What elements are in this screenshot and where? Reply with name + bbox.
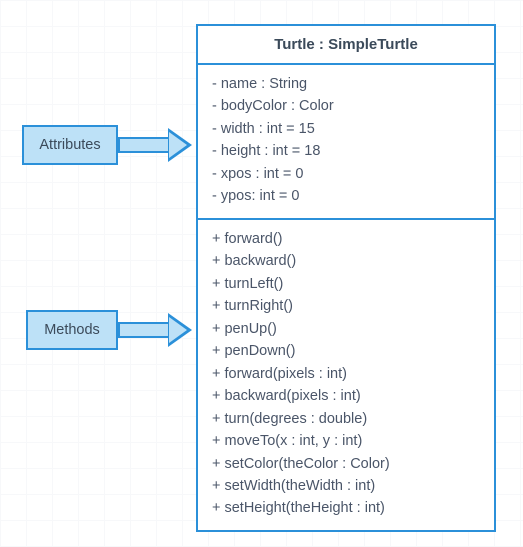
uml-method-row: + forward() [212, 228, 480, 250]
uml-attribute-row: - ypos: int = 0 [212, 185, 480, 207]
attributes-label-box: Attributes [22, 125, 118, 165]
uml-method-row: + setColor(theColor : Color) [212, 453, 480, 475]
methods-label-box: Methods [26, 310, 118, 350]
methods-label-text: Methods [44, 322, 100, 338]
uml-attribute-row: - bodyColor : Color [212, 95, 480, 117]
uml-method-row: + turnRight() [212, 295, 480, 317]
uml-method-row: + turn(degrees : double) [212, 408, 480, 430]
uml-method-row: + forward(pixels : int) [212, 363, 480, 385]
attributes-arrow-icon [118, 128, 192, 162]
uml-class-header: Turtle : SimpleTurtle [198, 26, 494, 65]
uml-method-row: + moveTo(x : int, y : int) [212, 430, 480, 452]
uml-method-row: + turnLeft() [212, 273, 480, 295]
uml-attributes-section: - name : String- bodyColor : Color- widt… [198, 65, 494, 218]
uml-method-row: + backward(pixels : int) [212, 385, 480, 407]
attributes-label-text: Attributes [39, 137, 100, 153]
uml-methods-section: + forward()+ backward()+ turnLeft()+ tur… [198, 218, 494, 530]
uml-attribute-row: - height : int = 18 [212, 140, 480, 162]
uml-attribute-row: - name : String [212, 73, 480, 95]
uml-attribute-row: - xpos : int = 0 [212, 163, 480, 185]
uml-method-row: + penUp() [212, 318, 480, 340]
uml-method-row: + penDown() [212, 340, 480, 362]
uml-method-row: + setWidth(theWidth : int) [212, 475, 480, 497]
methods-arrow-icon [118, 313, 192, 347]
uml-method-row: + backward() [212, 250, 480, 272]
uml-attribute-row: - width : int = 15 [212, 118, 480, 140]
uml-class-box: Turtle : SimpleTurtle - name : String- b… [196, 24, 496, 532]
uml-method-row: + setHeight(theHeight : int) [212, 497, 480, 519]
